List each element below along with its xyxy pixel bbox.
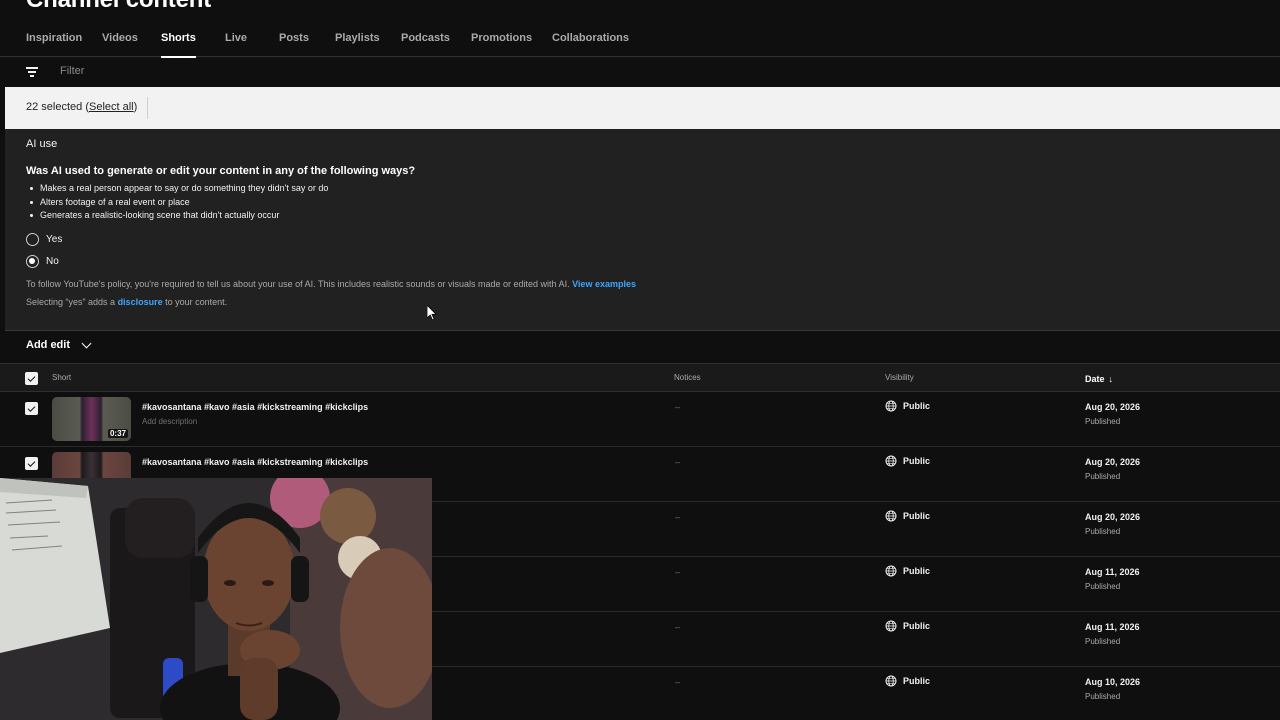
webcam-overlay — [0, 478, 432, 720]
globe-icon — [885, 565, 897, 577]
visibility-label: Public — [903, 511, 931, 521]
notice-value: – — [675, 567, 681, 577]
ai-use-list: Makes a real person appear to say or do … — [28, 182, 328, 223]
visibility-label: Public — [903, 621, 931, 631]
visibility-cell[interactable]: Public — [885, 620, 930, 632]
tab-playlists[interactable]: Playlists — [335, 32, 380, 44]
visibility-label: Public — [903, 676, 931, 686]
globe-icon — [885, 675, 897, 687]
filter-input[interactable]: Filter — [60, 65, 84, 77]
globe-icon — [885, 455, 897, 467]
select-all-checkbox[interactable] — [25, 372, 38, 385]
disclosure-text: Selecting “yes” adds a disclosure to you… — [26, 297, 228, 307]
duration-badge: 0:37 — [107, 429, 128, 438]
content-tabs: Inspiration Videos Shorts Live Posts Pla… — [0, 24, 1280, 58]
short-description[interactable]: Add description — [142, 417, 197, 426]
webcam-image — [0, 478, 432, 720]
status-value: Published — [1085, 582, 1121, 591]
ai-use-question: Was AI used to generate or edit your con… — [26, 165, 416, 177]
tab-shorts[interactable]: Shorts — [161, 32, 196, 58]
add-edit-button[interactable]: Add edit — [26, 338, 92, 351]
short-title[interactable]: #kavosantana #kavo #asia #kickstreaming … — [142, 457, 368, 467]
status-value: Published — [1085, 527, 1121, 536]
short-thumbnail[interactable]: 0:37 — [52, 397, 131, 441]
filter-bar: Filter — [0, 57, 1280, 87]
mouse-cursor-icon — [427, 305, 437, 321]
date-value: Aug 11, 2026 — [1085, 567, 1140, 577]
visibility-cell[interactable]: Public — [885, 455, 930, 467]
tab-promotions[interactable]: Promotions — [471, 32, 532, 44]
date-value: Aug 20, 2026 — [1085, 402, 1141, 412]
date-value: Aug 10, 2026 — [1085, 677, 1141, 687]
visibility-label: Public — [903, 566, 931, 576]
table-header: Short Notices Visibility Date ↓ — [0, 363, 1280, 392]
filter-icon[interactable] — [26, 67, 38, 77]
date-value: Aug 20, 2026 — [1085, 512, 1141, 522]
radio-no[interactable]: No — [26, 254, 59, 268]
visibility-cell[interactable]: Public — [885, 565, 930, 577]
date-value: Aug 11, 2026 — [1085, 622, 1140, 632]
radio-yes-circle[interactable] — [26, 232, 39, 246]
view-examples-link[interactable]: View examples — [572, 279, 636, 289]
selection-bar: 22 selected (Select all) — [5, 87, 1280, 129]
chevron-down-icon — [81, 338, 92, 348]
visibility-label: Public — [903, 456, 931, 466]
row-checkbox[interactable] — [25, 402, 38, 415]
visibility-label: Public — [903, 401, 931, 411]
radio-no-circle[interactable] — [26, 254, 39, 268]
globe-icon — [885, 620, 897, 632]
ai-use-title: AI use — [26, 138, 58, 150]
status-value: Published — [1085, 692, 1121, 701]
notice-value: – — [675, 402, 681, 412]
ai-use-bullet: Makes a real person appear to say or do … — [28, 182, 328, 196]
radio-no-label: No — [46, 255, 59, 267]
tab-posts[interactable]: Posts — [279, 32, 309, 44]
add-edit-label: Add edit — [26, 339, 70, 351]
page-title: Channel content — [26, 0, 211, 14]
notice-value: – — [675, 677, 681, 687]
short-title[interactable]: #kavosantana #kavo #asia #kickstreaming … — [142, 402, 368, 412]
ai-use-bullet: Alters footage of a real event or place — [28, 196, 328, 210]
visibility-cell[interactable]: Public — [885, 675, 930, 687]
tab-inspiration[interactable]: Inspiration — [26, 32, 82, 44]
visibility-cell[interactable]: Public — [885, 510, 930, 522]
visibility-cell[interactable]: Public — [885, 400, 930, 412]
ai-use-bullet: Generates a realistic-looking scene that… — [28, 209, 328, 223]
header-visibility: Visibility — [885, 373, 914, 382]
tab-videos[interactable]: Videos — [102, 32, 138, 44]
row-checkbox[interactable] — [25, 457, 38, 470]
radio-yes-label: Yes — [46, 233, 63, 245]
status-value: Published — [1085, 637, 1121, 646]
status-value: Published — [1085, 417, 1121, 426]
globe-icon — [885, 510, 897, 522]
table-row: 0:37 #kavosantana #kavo #asia #kickstrea… — [0, 392, 1280, 447]
header-short: Short — [52, 373, 72, 382]
tab-live[interactable]: Live — [225, 32, 247, 44]
selection-count: 22 selected (Select all) — [26, 101, 138, 113]
select-all-link[interactable]: Select all — [89, 101, 134, 113]
policy-text: To follow YouTube's policy, you're requi… — [26, 279, 636, 289]
header-date[interactable]: Date ↓ — [1085, 374, 1113, 384]
tab-podcasts[interactable]: Podcasts — [401, 32, 450, 44]
notice-value: – — [675, 622, 681, 632]
notice-value: – — [675, 457, 681, 467]
selection-divider — [147, 97, 148, 119]
arrow-down-icon: ↓ — [1108, 374, 1114, 384]
radio-yes[interactable]: Yes — [26, 232, 62, 246]
disclosure-link[interactable]: disclosure — [118, 297, 163, 307]
header-notices: Notices — [674, 373, 701, 382]
notice-value: – — [675, 512, 681, 522]
ai-use-panel: AI use Was AI used to generate or edit y… — [5, 129, 1280, 331]
tab-collaborations[interactable]: Collaborations — [552, 32, 629, 44]
date-value: Aug 20, 2026 — [1085, 457, 1141, 467]
status-value: Published — [1085, 472, 1121, 481]
globe-icon — [885, 400, 897, 412]
